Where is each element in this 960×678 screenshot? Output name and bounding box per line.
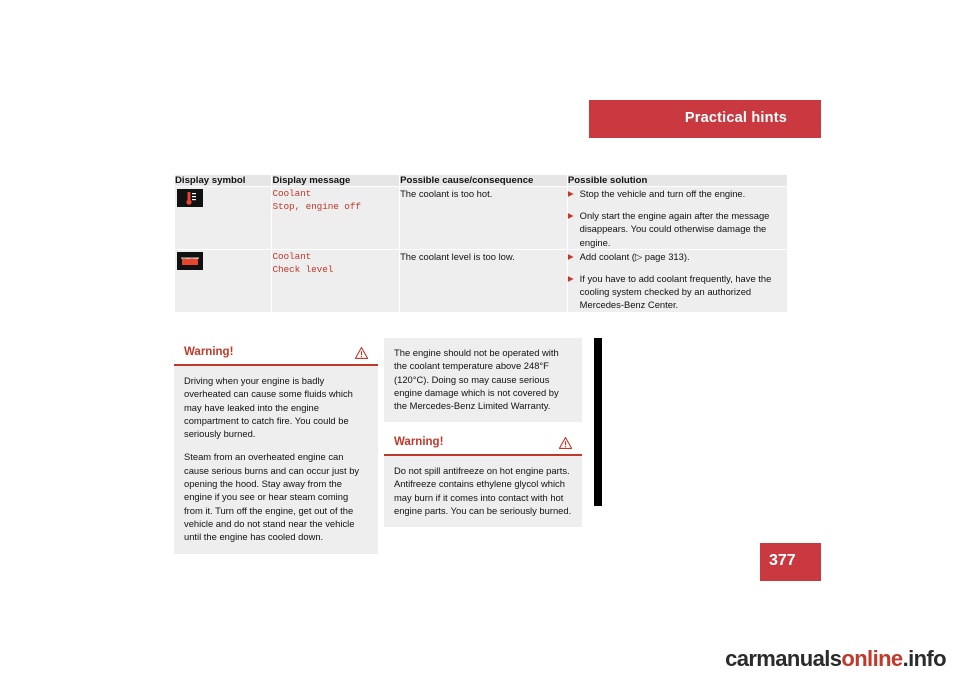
- cell-display-message: Coolant Stop, engine off: [271, 186, 401, 250]
- page-number: 377: [769, 552, 796, 569]
- watermark-part-1: carmanuals: [725, 646, 842, 671]
- warning-title: Warning!: [394, 436, 444, 448]
- warning-triangle-icon: [354, 346, 369, 359]
- table-header-row: Display symbol Display message Possible …: [173, 174, 789, 187]
- solution-item: ▶ Add coolant (▷ page 313).: [568, 250, 787, 263]
- watermark-part-2: online: [841, 646, 903, 671]
- warning-box-body: Do not spill antifreeze on hot engine pa…: [384, 456, 582, 527]
- message-line: Stop, engine off: [272, 201, 361, 212]
- watermark: carmanualsonline.info: [725, 646, 947, 672]
- chapter-title: Practical hints: [684, 110, 787, 126]
- page-number-tab: 377: [760, 543, 821, 581]
- header-display-message: Display message: [271, 174, 401, 187]
- solution-text: Add coolant (▷ page 313).: [579, 250, 690, 262]
- warning-paragraph: Steam from an overheated engine can caus…: [184, 451, 360, 543]
- coolant-temperature-warning-icon: [177, 189, 203, 207]
- cell-display-symbol: [173, 186, 273, 250]
- triangle-bullet-icon: ▶: [567, 189, 574, 198]
- coolant-level-warning-icon: [177, 251, 203, 270]
- solution-text: If you have to add coolant frequently, h…: [579, 273, 772, 311]
- table-row: Coolant Check level The coolant level is…: [173, 248, 789, 313]
- header-possible-cause: Possible cause/consequence: [399, 174, 568, 187]
- page-edge-strip: [594, 338, 602, 506]
- triangle-bullet-icon: ▶: [567, 251, 574, 261]
- warning-box-overheating: Warning! Driving when your engine is bad…: [174, 338, 378, 554]
- cell-possible-cause: The coolant level is too low.: [399, 248, 568, 313]
- header-display-symbol: Display symbol: [173, 174, 273, 187]
- warning-box-antifreeze: Warning! Do not spill antifreeze on hot …: [384, 428, 582, 528]
- table-row: Coolant Stop, engine off The coolant is …: [173, 186, 789, 250]
- warning-box-body: Driving when your engine is badly overhe…: [174, 366, 378, 554]
- triangle-bullet-icon: ▶: [567, 211, 574, 221]
- message-line: Coolant: [272, 188, 312, 199]
- cell-possible-solution: ▶ Stop the vehicle and turn off the engi…: [566, 186, 789, 250]
- document-page: Practical hints Display symbol Display m…: [0, 0, 960, 678]
- warning-box-header: Warning!: [384, 428, 582, 456]
- solution-text: Only start the engine again after the me…: [579, 210, 770, 248]
- cause-text: The coolant is too hot.: [400, 188, 493, 199]
- info-box-body: The engine should not be operated with t…: [384, 338, 582, 422]
- message-line: Coolant: [272, 250, 312, 262]
- solution-item: ▶ Only start the engine again after the …: [568, 209, 787, 249]
- cell-possible-solution: ▶ Add coolant (▷ page 313). ▶ If you hav…: [566, 248, 789, 313]
- warning-triangle-icon: [558, 436, 573, 449]
- cell-display-message: Coolant Check level: [271, 248, 401, 313]
- info-paragraph: The engine should not be operated with t…: [394, 347, 559, 412]
- solution-text: Stop the vehicle and turn off the engine…: [579, 188, 746, 199]
- warning-title: Warning!: [184, 346, 234, 358]
- warning-paragraph: Do not spill antifreeze on hot engine pa…: [394, 465, 572, 516]
- chapter-header-tab: Practical hints: [589, 100, 821, 138]
- display-messages-table: Display symbol Display message Possible …: [173, 174, 789, 313]
- cell-possible-cause: The coolant is too hot.: [399, 186, 568, 250]
- solution-item: ▶ Stop the vehicle and turn off the engi…: [568, 187, 787, 200]
- warning-paragraph: Driving when your engine is badly overhe…: [184, 375, 353, 440]
- header-possible-solution: Possible solution: [566, 174, 789, 187]
- cause-text: The coolant level is too low.: [400, 250, 515, 262]
- watermark-part-3: .info: [902, 646, 947, 671]
- triangle-bullet-icon: ▶: [567, 274, 574, 284]
- info-box-coolant-temperature: The engine should not be operated with t…: [384, 338, 582, 423]
- message-line: Check level: [272, 263, 334, 275]
- warning-box-header: Warning!: [174, 338, 378, 366]
- solution-item: ▶ If you have to add coolant frequently,…: [568, 272, 787, 312]
- cell-display-symbol: [173, 248, 273, 313]
